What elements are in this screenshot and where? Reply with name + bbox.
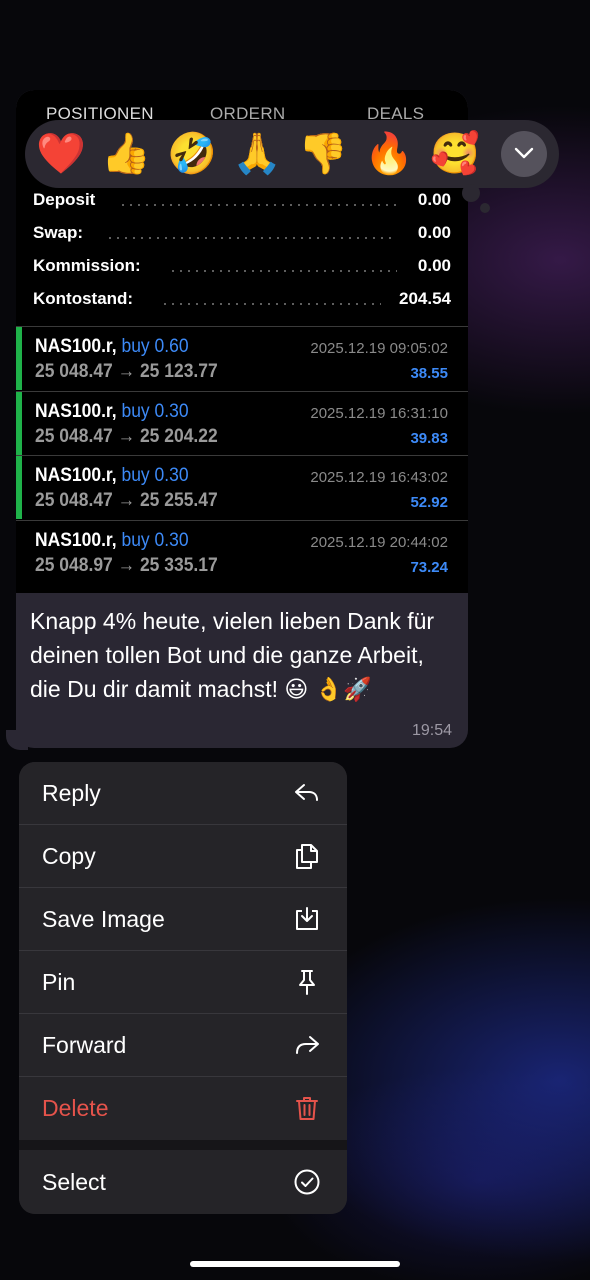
reaction-pray-icon[interactable]: 🙏 <box>230 127 284 181</box>
trade-direction: buy 0.30 <box>121 530 189 551</box>
summary-label: Kontostand: <box>33 289 134 308</box>
download-icon <box>296 907 318 930</box>
summary-label: Swap: <box>33 223 84 242</box>
trade-symbol: NAS100.r, buy 0.30 <box>35 465 189 486</box>
trade-time: 2025.12.19 20:44:02 <box>310 534 448 551</box>
trade-time: 2025.12.19 09:05:02 <box>310 340 448 357</box>
reaction-heart-icon[interactable]: ❤️ <box>34 127 88 181</box>
reaction-rofl-icon[interactable]: 🤣 <box>165 127 219 181</box>
trade-symbol: NAS100.r, buy 0.30 <box>35 530 189 551</box>
expand-reactions-button[interactable] <box>501 131 547 177</box>
menu-item-forward[interactable]: Forward <box>19 1014 347 1077</box>
dotted-leader <box>106 237 397 239</box>
trade-symbol: NAS100.r, buy 0.60 <box>35 336 189 357</box>
trade-direction: buy 0.30 <box>121 401 189 422</box>
reaction-smiling-hearts-icon[interactable]: 🥰 <box>428 127 482 181</box>
summary-row-kontostand: Kontostand: 204.54 <box>33 289 451 313</box>
summary-value: 0.00 <box>417 256 451 275</box>
summary-row-deposit: Deposit 0.00 <box>33 190 451 214</box>
context-menu: Reply Copy Save Image Pin Forward Delete <box>19 762 347 1214</box>
trade-row: NAS100.r, buy 0.30 25 048.47 → 25 255.47… <box>16 455 468 519</box>
menu-item-pin[interactable]: Pin <box>19 951 347 1014</box>
position-indicator-bar <box>16 392 22 455</box>
position-indicator-bar <box>16 456 22 519</box>
menu-separator <box>19 1140 347 1150</box>
reply-icon <box>295 784 318 801</box>
summary-row-swap: Swap: 0.00 <box>33 223 451 247</box>
message-timestamp: 19:54 <box>411 722 452 739</box>
summary-row-kommission: Kommission: 0.00 <box>33 256 451 280</box>
trade-row: NAS100.r, buy 0.30 25 048.47 → 25 204.22… <box>16 391 468 455</box>
menu-item-label: Copy <box>42 843 96 869</box>
message-bubble[interactable]: POSITIONEN ORDERN DEALS Deposit 0.00 Swa… <box>16 90 468 748</box>
trade-profit: 73.24 <box>410 559 448 576</box>
summary-value: 204.54 <box>399 289 451 308</box>
position-indicator-bar <box>16 327 22 390</box>
menu-item-label: Save Image <box>42 906 165 932</box>
bubble-tail <box>6 730 28 750</box>
trade-time: 2025.12.19 16:43:02 <box>310 469 448 486</box>
menu-item-label: Delete <box>42 1095 109 1121</box>
trash-icon <box>296 1097 318 1120</box>
pin-icon <box>299 970 315 995</box>
trade-prices: 25 048.47 → 25 255.47 <box>35 490 218 511</box>
chevron-down-icon <box>514 147 534 159</box>
copy-icon <box>296 844 318 869</box>
home-indicator[interactable] <box>190 1261 400 1267</box>
menu-item-select[interactable]: Select <box>19 1151 347 1214</box>
menu-item-label: Forward <box>42 1032 127 1058</box>
trade-direction: buy 0.30 <box>121 465 189 486</box>
summary-value: 0.00 <box>417 223 451 242</box>
dotted-leader <box>161 303 381 305</box>
menu-item-save-image[interactable]: Save Image <box>19 888 347 951</box>
trade-profit: 38.55 <box>410 365 448 382</box>
reaction-bubble-dot <box>462 184 480 202</box>
menu-item-copy[interactable]: Copy <box>19 825 347 888</box>
trade-row: NAS100.r, buy 0.60 25 048.47 → 25 123.77… <box>16 326 468 390</box>
menu-item-label: Reply <box>42 780 101 806</box>
trade-time: 2025.12.19 16:31:10 <box>310 405 448 422</box>
reaction-thumbs-down-icon[interactable]: 👎 <box>296 127 350 181</box>
menu-item-label: Pin <box>42 969 76 995</box>
dotted-leader <box>169 270 397 272</box>
reaction-fire-icon[interactable]: 🔥 <box>362 127 416 181</box>
trade-prices: 25 048.47 → 25 204.22 <box>35 426 218 447</box>
trade-profit: 52.92 <box>410 494 448 511</box>
trade-prices: 25 048.47 → 25 123.77 <box>35 361 218 382</box>
summary-value: 0.00 <box>417 190 451 209</box>
dotted-leader <box>119 204 397 206</box>
reaction-bubble-dot <box>480 203 490 213</box>
summary-label: Kommission: <box>33 256 141 275</box>
trade-direction: buy 0.60 <box>121 336 189 357</box>
menu-item-reply[interactable]: Reply <box>19 762 347 825</box>
summary-label: Deposit <box>33 190 96 209</box>
trade-row: NAS100.r, buy 0.30 25 048.97 → 25 335.17… <box>16 520 468 584</box>
message-text: Knapp 4% heute, vielen lieben Dank für d… <box>30 608 435 702</box>
trade-profit: 39.83 <box>410 430 448 447</box>
trade-prices: 25 048.97 → 25 335.17 <box>35 555 218 576</box>
reaction-picker: ❤️ 👍 🤣 🙏 👎 🔥 🥰 <box>25 120 559 188</box>
trade-symbol: NAS100.r, buy 0.30 <box>35 401 189 422</box>
reaction-thumbs-up-icon[interactable]: 👍 <box>99 127 153 181</box>
forward-icon <box>296 1036 319 1054</box>
menu-item-label: Select <box>42 1169 106 1195</box>
checkmark-circle-icon <box>294 1169 320 1195</box>
menu-item-delete[interactable]: Delete <box>19 1077 347 1140</box>
